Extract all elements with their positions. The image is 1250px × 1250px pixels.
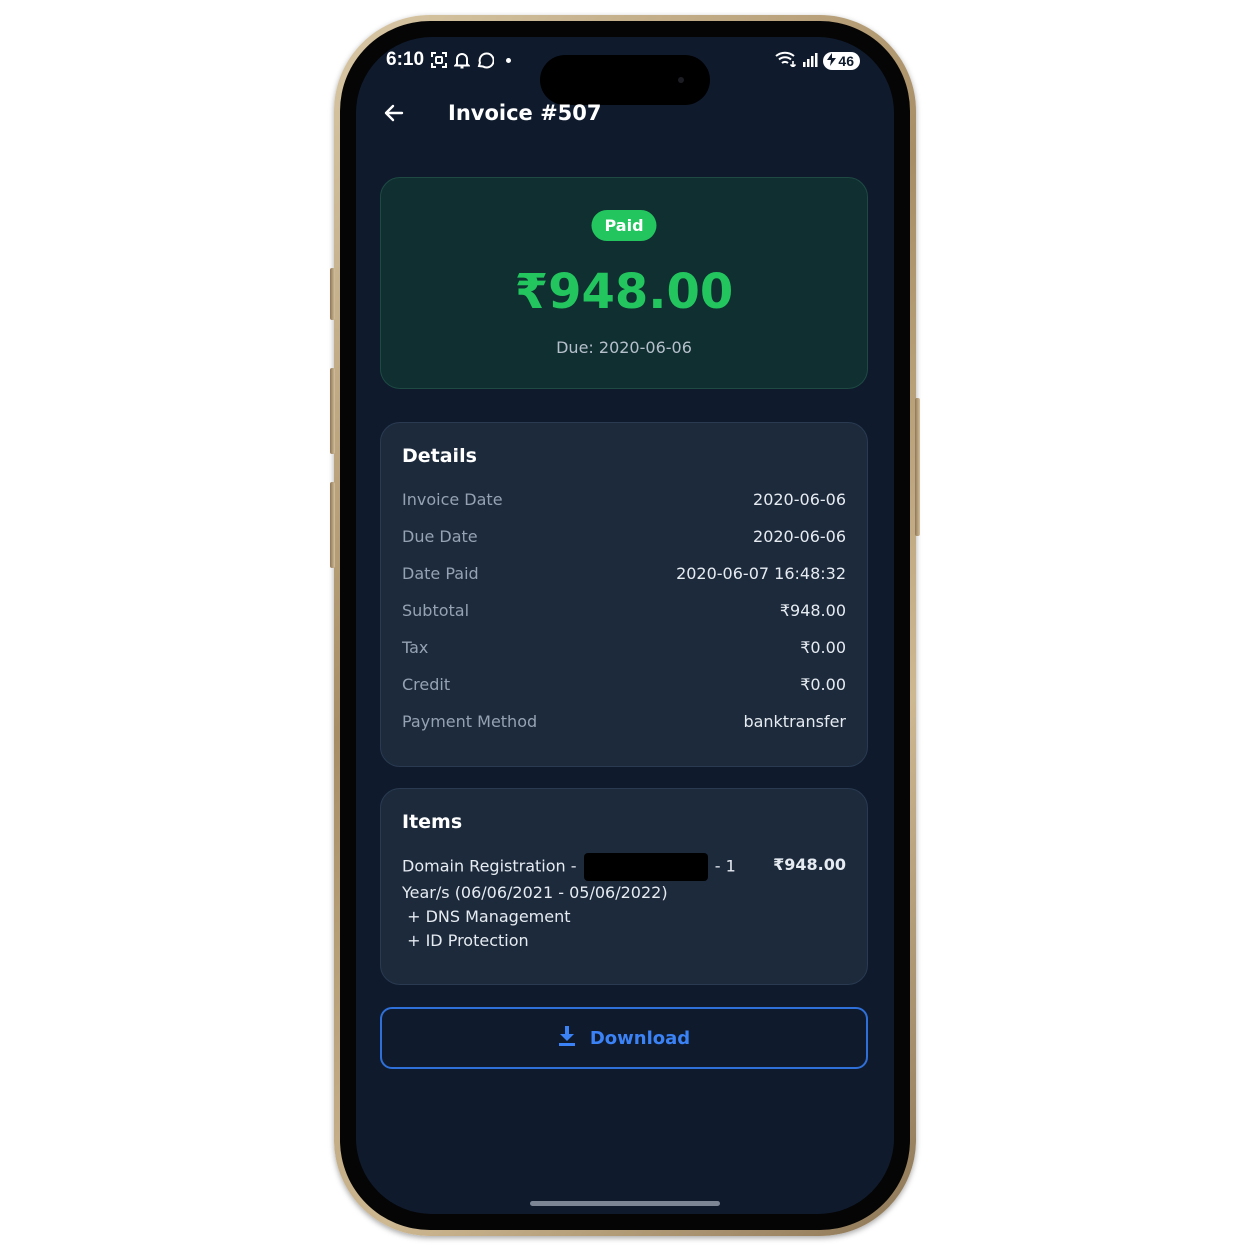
line-item-description: Domain Registration - - 1 Year/s (06/06/… <box>402 853 736 953</box>
detail-row-subtotal: Subtotal ₹948.00 <box>402 598 846 622</box>
charging-icon <box>827 53 837 69</box>
status-icons-right: 46 <box>775 51 860 71</box>
detail-label: Credit <box>402 674 451 694</box>
invoice-summary-card: Paid ₹948.00 Due: 2020-06-06 <box>380 177 868 389</box>
detail-value: 2020-06-07 16:48:32 <box>676 563 846 583</box>
details-card: Details Invoice Date 2020-06-06 Due Date… <box>380 422 868 767</box>
notification-dot <box>506 57 511 63</box>
action-button <box>330 268 335 320</box>
wifi-icon <box>775 51 797 71</box>
detail-label: Subtotal <box>402 600 470 620</box>
detail-row-credit: Credit ₹0.00 <box>402 672 846 696</box>
detail-label: Tax <box>402 637 429 657</box>
battery-level: 46 <box>838 53 854 69</box>
download-button[interactable]: Download <box>380 1007 868 1069</box>
status-time: 6:10 <box>386 49 425 70</box>
detail-row-date-paid: Date Paid 2020-06-07 16:48:32 <box>402 561 846 585</box>
items-title: Items <box>402 811 463 833</box>
detail-value: ₹0.00 <box>800 674 846 694</box>
invoice-amount: ₹948.00 <box>514 264 734 320</box>
arrow-left-icon <box>382 101 406 129</box>
item-addon: + ID Protection <box>402 931 529 950</box>
volume-up-button <box>330 368 335 454</box>
detail-row-payment-method: Payment Method banktransfer <box>402 709 846 733</box>
due-date-text: Due: 2020-06-06 <box>556 338 692 357</box>
volume-down-button <box>330 482 335 568</box>
detail-row-due-date: Due Date 2020-06-06 <box>402 524 846 548</box>
detail-value: banktransfer <box>743 711 846 731</box>
power-button <box>915 398 920 536</box>
status-bar: 6:10 46 <box>356 37 894 105</box>
detail-value: 2020-06-06 <box>753 489 846 509</box>
items-card: Items Domain Registration - - 1 Year/s (… <box>380 788 868 985</box>
detail-value: 2020-06-06 <box>753 526 846 546</box>
page-title: Invoice #507 <box>448 101 602 125</box>
redacted-domain <box>583 853 708 881</box>
whatsapp-icon <box>476 51 494 69</box>
detail-value: ₹948.00 <box>779 600 846 620</box>
screenshot-icon <box>430 51 448 69</box>
item-line-1: Domain Registration - - 1 <box>402 853 736 881</box>
item-addon: + DNS Management <box>402 907 571 926</box>
item-name: Domain Registration - <box>402 856 577 876</box>
detail-label: Due Date <box>402 526 478 546</box>
app-header: Invoice #507 <box>356 93 894 137</box>
details-title: Details <box>402 445 477 467</box>
bell-icon <box>454 51 470 69</box>
app-screen: 6:10 46 Invoice #507 Paid ₹948.00 Due: 2… <box>356 37 894 1214</box>
download-label: Download <box>589 1027 691 1049</box>
battery-indicator: 46 <box>823 52 860 70</box>
status-icons-left <box>430 51 511 69</box>
item-term: - 1 <box>714 856 736 876</box>
front-camera <box>678 77 684 83</box>
detail-row-invoice-date: Invoice Date 2020-06-06 <box>402 487 846 511</box>
detail-value: ₹0.00 <box>800 637 846 657</box>
detail-label: Invoice Date <box>402 489 503 509</box>
download-icon <box>558 1026 576 1050</box>
signal-icon <box>802 51 818 71</box>
home-indicator[interactable] <box>530 1201 720 1206</box>
detail-label: Payment Method <box>402 711 538 731</box>
detail-row-tax: Tax ₹0.00 <box>402 635 846 659</box>
detail-label: Date Paid <box>402 563 479 583</box>
item-amount: ₹948.00 <box>773 855 846 874</box>
item-period: Year/s (06/06/2021 - 05/06/2022) <box>402 883 668 902</box>
status-badge: Paid <box>591 210 657 241</box>
back-button[interactable] <box>376 97 412 133</box>
